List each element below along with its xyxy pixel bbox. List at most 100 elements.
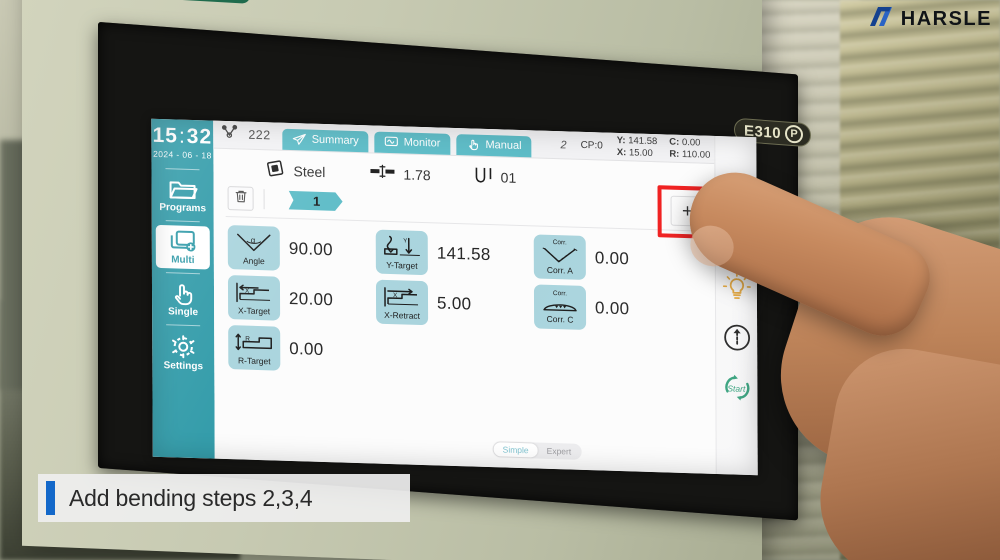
param-angle-tile: α Angle (227, 225, 280, 271)
sidebar-divider-2 (165, 220, 200, 223)
corr-a-icon (541, 246, 579, 265)
svg-text:Y: Y (403, 238, 407, 244)
param-angle-label: Angle (242, 255, 265, 267)
svg-text:X: X (245, 288, 250, 295)
graph-node-icon (221, 124, 239, 145)
tab-manual-label: Manual (485, 138, 522, 153)
sidebar-item-multi[interactable]: Multi (155, 224, 210, 270)
monitor-icon (385, 136, 399, 148)
sidebar-item-programs[interactable]: Programs (156, 173, 210, 218)
sidebar-item-single-label: Single (168, 306, 199, 319)
tool-die-icon (475, 166, 493, 188)
readout-c-value: 0.00 (681, 136, 701, 149)
clock-minutes: 32 (186, 124, 213, 149)
mode-toggle-expert[interactable]: Expert (538, 444, 581, 459)
program-number: 222 (248, 127, 271, 143)
caption-accent-bar (46, 481, 55, 515)
current-step-indicator: 2 (560, 138, 567, 151)
param-angle-value: 90.00 (288, 238, 333, 260)
param-r-target-tile: R R-Target (228, 325, 281, 371)
delete-step-button[interactable] (227, 186, 254, 211)
param-corr-a-tile: Corr. Corr. A (533, 234, 586, 281)
x-target-icon: X (234, 280, 274, 305)
model-badge-suffix: P (785, 124, 804, 144)
tab-manual[interactable]: Manual (456, 134, 532, 158)
param-angle[interactable]: α Angle 90.00 (227, 225, 376, 274)
x-retract-icon: X (382, 285, 422, 310)
param-r-target[interactable]: R R-Target 0.00 (228, 325, 376, 374)
param-r-target-value: 0.00 (289, 338, 324, 360)
readout-y: Y: 141.58 (617, 135, 658, 147)
svg-text:α: α (251, 236, 256, 245)
screenshot-root: ESTUN E310 P 15:32 2024 - 06 - 18 (0, 0, 1000, 560)
toolbar-divider (263, 189, 265, 210)
step-chip-label: 1 (312, 193, 321, 209)
program-identifier[interactable]: 222 (219, 124, 276, 150)
copy-plus-icon (168, 229, 198, 254)
sidebar-divider-3 (165, 272, 200, 275)
material-value: Steel (293, 162, 326, 180)
sidebar-item-settings-label: Settings (163, 360, 204, 373)
clock-hours: 15 (152, 123, 178, 148)
param-y-target-tile: Y Y-Target (375, 229, 428, 276)
param-corr-c-tile: Corr. Corr. C (533, 284, 587, 331)
sidebar-item-multi-label: Multi (171, 254, 195, 267)
sidebar-divider-4 (166, 324, 201, 327)
thickness-cell[interactable]: 1.78 (369, 163, 431, 184)
tab-summary-label: Summary (311, 133, 359, 148)
left-sidebar: 15:32 2024 - 06 - 18 Programs Multi Sing… (151, 118, 215, 459)
material-cell[interactable]: M Steel (265, 158, 325, 183)
sidebar-item-single[interactable]: Single (156, 277, 210, 322)
cp-label: CP: (580, 139, 598, 152)
mode-toggle-simple[interactable]: Simple (493, 442, 538, 458)
step-chip-1[interactable]: 1 (289, 190, 343, 211)
tab-summary[interactable]: Summary (282, 128, 369, 153)
param-y-target-value: 141.58 (436, 243, 491, 265)
param-x-retract-value: 5.00 (436, 293, 472, 314)
caption-banner: Add bending steps 2,3,4 (38, 474, 410, 522)
machine-brand-plate: ESTUN (110, 0, 250, 4)
param-y-target[interactable]: Y Y-Target 141.58 (375, 229, 534, 279)
operator-hand (612, 150, 1000, 560)
param-x-retract-tile: X X-Retract (375, 279, 429, 326)
param-x-target[interactable]: X X-Target 20.00 (227, 275, 376, 324)
readout-y-value: 141.58 (628, 135, 658, 148)
gear-icon (169, 333, 197, 360)
thickness-icon (369, 163, 395, 183)
svg-text:R: R (245, 336, 250, 343)
param-r-target-label: R-Target (237, 355, 271, 367)
sidebar-item-programs-label: Programs (159, 201, 207, 215)
param-x-target-value: 20.00 (288, 288, 334, 310)
r-target-icon: R (234, 330, 274, 355)
cp-readout: CP:0 (581, 140, 603, 152)
param-corr-c-label: Corr. C (546, 314, 574, 325)
sidebar-item-settings[interactable]: Settings (156, 329, 210, 376)
thickness-value: 1.78 (403, 165, 431, 183)
folder-icon (168, 177, 198, 202)
brand-name: HARSLE (900, 8, 992, 30)
readout-c-label: C: (669, 136, 680, 148)
tool-cell[interactable]: 01 (475, 166, 517, 188)
tool-value: 01 (500, 168, 517, 186)
readout-c: C: 0.00 (669, 137, 710, 149)
harsle-logo-icon (867, 4, 895, 35)
clock-colon: : (178, 124, 186, 148)
hand-tap-icon (466, 138, 480, 151)
param-x-target-label: X-Target (238, 305, 271, 317)
mode-toggle[interactable]: Simple Expert (492, 441, 582, 460)
param-corr-a-label: Corr. A (546, 265, 573, 276)
sidebar-divider (165, 168, 200, 171)
y-target-icon: Y (382, 235, 422, 260)
caption-text: Add bending steps 2,3,4 (69, 484, 313, 511)
param-x-target-tile: X X-Target (227, 275, 281, 321)
hand-tap-icon (169, 281, 197, 306)
param-y-target-label: Y-Target (386, 259, 418, 271)
corr-c-icon (541, 297, 579, 314)
tab-monitor[interactable]: Monitor (374, 131, 451, 155)
param-x-retract[interactable]: X X-Retract 5.00 (375, 279, 534, 329)
readout-y-label: Y: (616, 134, 626, 147)
cp-value: 0 (597, 140, 603, 152)
clock-date: 2024 - 06 - 18 (153, 148, 212, 161)
tab-monitor-label: Monitor (403, 136, 441, 150)
svg-text:X: X (393, 292, 398, 299)
